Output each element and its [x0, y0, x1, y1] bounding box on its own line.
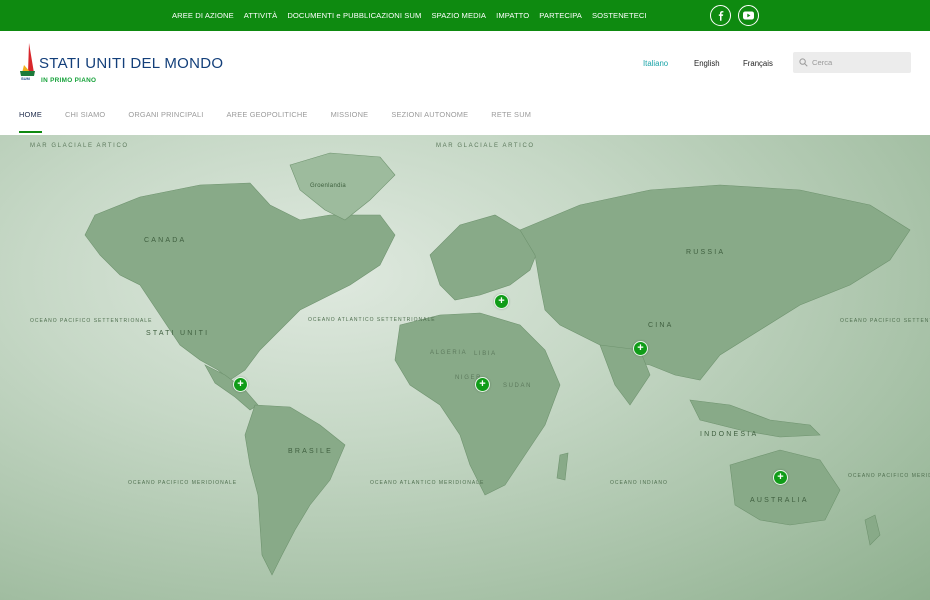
map-pin-asia[interactable]: + — [633, 341, 648, 356]
top-link-attivita[interactable]: ATTIVITÀ — [244, 11, 278, 20]
label-mar-glaciale-artico-w: MAR GLACIALE ARTICO — [30, 143, 129, 149]
label-stati-uniti: STATI UNITI — [146, 330, 210, 337]
label-groenlandia: Groenlandia — [310, 183, 346, 189]
site-title[interactable]: STATI UNITI DEL MONDO — [39, 55, 223, 72]
youtube-icon — [743, 11, 754, 20]
label-brasile: BRASILE — [288, 448, 333, 455]
facebook-button[interactable] — [710, 5, 731, 26]
map-pin-america[interactable]: + — [233, 377, 248, 392]
label-mar-glaciale-artico-e: MAR GLACIALE ARTICO — [436, 143, 535, 149]
label-australia: AUSTRALIA — [750, 497, 809, 504]
label-canada: CANADA — [144, 237, 187, 244]
label-libia: LIBIA — [474, 351, 497, 357]
top-link-sostenetici[interactable]: SOSTENETECI — [592, 11, 647, 20]
nav-rete-sum[interactable]: RETE SUM — [491, 110, 531, 119]
nav-aree-geopolitiche[interactable]: AREE GEOPOLITICHE — [227, 110, 308, 119]
label-oceano-pacifico-nord-e: OCEANO PACIFICO SETTENTRIONALE — [840, 318, 930, 324]
site-subtitle[interactable]: IN PRIMO PIANO — [41, 77, 96, 84]
language-english[interactable]: English — [694, 59, 720, 68]
top-link-spazio-media[interactable]: SPAZIO MEDIA — [431, 11, 486, 20]
top-bar: AREE DI AZIONE ATTIVITÀ DOCUMENTI e PUBB… — [0, 0, 930, 31]
label-russia: RUSSIA — [686, 249, 726, 256]
map-pin-europe[interactable]: + — [494, 294, 509, 309]
nav-missione[interactable]: MISSIONE — [331, 110, 369, 119]
sum-logo[interactable]: SUM — [19, 43, 37, 81]
site-header: SUM STATI UNITI DEL MONDO IN PRIMO PIANO… — [0, 31, 930, 135]
language-italiano[interactable]: Italiano — [643, 59, 668, 68]
label-indonesia: INDONESIA — [700, 431, 759, 438]
map-pin-oceania[interactable]: + — [773, 470, 788, 485]
world-map: MAR GLACIALE ARTICO MAR GLACIALE ARTICO … — [0, 135, 930, 600]
nav-organi-principali[interactable]: ORGANI PRINCIPALI — [128, 110, 203, 119]
top-link-documenti[interactable]: DOCUMENTI e PUBBLICAZIONI SUM — [287, 11, 421, 20]
search-input[interactable] — [812, 52, 907, 73]
top-link-partecipa[interactable]: PARTECIPA — [539, 11, 582, 20]
label-oceano-pacifico-sud-e: OCEANO PACIFICO MERIDIONALE — [848, 473, 930, 479]
label-sudan: SUDAN — [503, 383, 533, 389]
label-oceano-indiano: Oceano INDIANO — [610, 480, 668, 486]
nav-sezioni-autonome[interactable]: SEZIONI AUTONOME — [391, 110, 468, 119]
language-francais[interactable]: Français — [743, 59, 773, 68]
nav-home[interactable]: HOME — [19, 110, 42, 133]
search-icon[interactable] — [799, 58, 808, 67]
label-cina: CINA — [648, 322, 674, 329]
label-algeria: ALGERIA — [430, 350, 468, 356]
youtube-button[interactable] — [738, 5, 759, 26]
facebook-icon — [718, 10, 723, 21]
label-oceano-atlantico-nord: OCEANO ATLANTICO SETTENTRIONALE — [308, 317, 436, 323]
top-link-impatto[interactable]: IMPATTO — [496, 11, 529, 20]
nav-chi-siamo[interactable]: CHI SIAMO — [65, 110, 105, 119]
search-box — [793, 52, 911, 73]
main-nav: HOME CHI SIAMO ORGANI PRINCIPALI AREE GE… — [19, 110, 554, 133]
top-nav: AREE DI AZIONE ATTIVITÀ DOCUMENTI e PUBB… — [172, 0, 647, 31]
svg-text:SUM: SUM — [21, 76, 31, 81]
label-oceano-pacifico-sud-w: Oceano PACIFICO MERIDIONALE — [128, 480, 238, 486]
top-link-aree-di-azione[interactable]: AREE DI AZIONE — [172, 11, 234, 20]
map-pin-africa[interactable]: + — [475, 377, 490, 392]
label-oceano-pacifico-nord-w: OCEANO PACIFICO SETTENTRIONALE — [30, 318, 153, 324]
label-oceano-atlantico-sud: Oceano ATLANTICO MERIDIONALE — [370, 480, 485, 486]
world-map-landmasses — [84, 152, 911, 576]
